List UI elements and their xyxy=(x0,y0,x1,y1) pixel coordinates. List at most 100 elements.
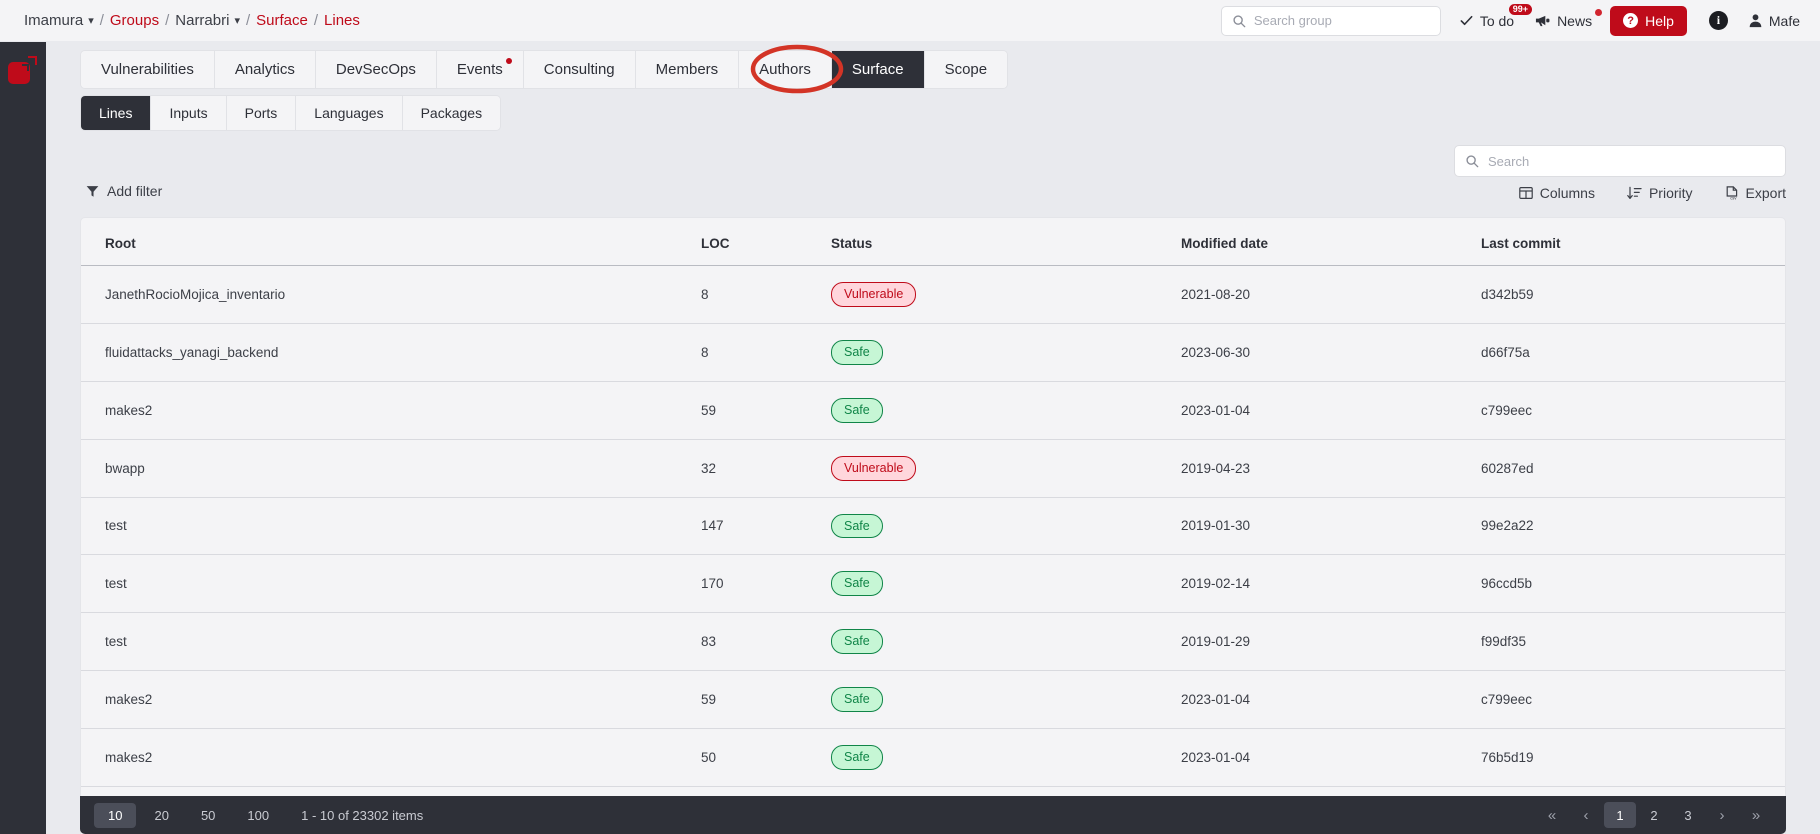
cell-loc: 50 xyxy=(701,728,831,787)
subtab-ports[interactable]: Ports xyxy=(226,96,297,130)
table-toolbar: Add filter Columns xyxy=(80,131,1786,217)
table-row[interactable]: makes2 59 Safe 2023-01-04 c799eec xyxy=(81,670,1785,729)
status-badge: Safe xyxy=(831,339,883,365)
breadcrumb-separator: / xyxy=(313,12,319,29)
cell-commit: c799eec xyxy=(1481,381,1785,440)
cell-loc: 170 xyxy=(701,554,831,614)
tab-events[interactable]: Events xyxy=(436,51,524,88)
table-row[interactable]: fluidattacks_yanagi_backend 8 Safe 2023-… xyxy=(81,323,1785,382)
tab-surface[interactable]: Surface xyxy=(831,51,925,88)
status-badge: Safe xyxy=(831,687,883,712)
cell-commit: 96ccd5b xyxy=(1481,554,1785,614)
cell-root: bwapp xyxy=(81,439,701,498)
table-body: JanethRocioMojica_inventario 8 Vulnerabl… xyxy=(81,265,1785,834)
subtab-languages[interactable]: Languages xyxy=(296,96,403,130)
table-search-box[interactable] xyxy=(1454,145,1786,177)
breadcrumb-groups[interactable]: Groups xyxy=(110,12,159,29)
tab-members[interactable]: Members xyxy=(635,51,740,88)
user-name-label: Mafe xyxy=(1768,12,1800,29)
page-button-1[interactable]: 1 xyxy=(1604,802,1636,828)
primary-tabs: Vulnerabilities Analytics DevSecOps Even… xyxy=(80,50,1009,89)
cell-commit: d342b59 xyxy=(1481,265,1785,324)
table-row[interactable]: JanethRocioMojica_inventario 8 Vulnerabl… xyxy=(81,265,1785,324)
column-header-loc[interactable]: LOC xyxy=(701,218,831,266)
tab-consulting[interactable]: Consulting xyxy=(523,51,636,88)
chevron-down-icon[interactable]: ▾ xyxy=(234,14,240,27)
main-content: Vulnerabilities Analytics DevSecOps Even… xyxy=(46,42,1820,834)
export-button[interactable]: csv Export xyxy=(1725,185,1786,201)
column-header-status[interactable]: Status xyxy=(831,218,1181,266)
lines-table: Root LOC Status Modified date Last commi… xyxy=(81,218,1785,834)
left-sidebar xyxy=(0,42,46,834)
tab-devsecops[interactable]: DevSecOps xyxy=(315,51,437,88)
next-page-button[interactable]: › xyxy=(1706,802,1738,828)
todo-button[interactable]: To do 99+ xyxy=(1457,3,1533,33)
tab-scope[interactable]: Scope xyxy=(924,51,1008,88)
column-header-modified[interactable]: Modified date xyxy=(1181,218,1481,266)
table-row[interactable]: test 147 Safe 2019-01-30 99e2a22 xyxy=(81,497,1785,556)
subtab-packages[interactable]: Packages xyxy=(402,96,501,130)
page-button-3[interactable]: 3 xyxy=(1672,802,1704,828)
check-icon xyxy=(1459,13,1474,28)
breadcrumb-org[interactable]: Imamura xyxy=(24,12,83,29)
table-row[interactable]: bwapp 32 Vulnerable 2019-04-23 60287ed xyxy=(81,439,1785,498)
cell-loc: 59 xyxy=(701,381,831,440)
table-search-input[interactable] xyxy=(1488,153,1775,169)
table-row[interactable]: test 170 Safe 2019-02-14 96ccd5b xyxy=(81,554,1785,614)
column-header-commit[interactable]: Last commit xyxy=(1481,218,1785,266)
breadcrumb-group[interactable]: Narrabri xyxy=(175,12,229,29)
breadcrumb-lines[interactable]: Lines xyxy=(324,12,360,29)
cell-commit: d66f75a xyxy=(1481,323,1785,382)
info-button[interactable]: i xyxy=(1707,7,1730,34)
tab-label: Authors xyxy=(759,61,811,78)
group-search-input[interactable] xyxy=(1253,13,1430,28)
breadcrumb-surface[interactable]: Surface xyxy=(256,12,308,29)
fluid-attacks-logo-icon[interactable] xyxy=(8,56,38,86)
news-button[interactable]: News xyxy=(1532,8,1603,33)
subtab-inputs[interactable]: Inputs xyxy=(151,96,227,130)
priority-button[interactable]: Priority xyxy=(1627,185,1693,201)
page-size-50[interactable]: 50 xyxy=(187,803,229,828)
column-header-root[interactable]: Root xyxy=(81,218,701,266)
table-row[interactable]: test 83 Safe 2019-01-29 f99df35 xyxy=(81,612,1785,672)
pagination-info: 1 - 10 of 23302 items xyxy=(301,807,424,823)
tab-vulnerabilities[interactable]: Vulnerabilities xyxy=(81,51,215,88)
cell-modified: 2019-02-14 xyxy=(1181,554,1481,614)
secondary-tabs: Lines Inputs Ports Languages Packages xyxy=(80,95,502,131)
group-search-box[interactable] xyxy=(1220,5,1441,36)
todo-count-badge: 99+ xyxy=(1508,3,1533,16)
columns-button[interactable]: Columns xyxy=(1518,185,1595,201)
help-button[interactable]: ? Help xyxy=(1610,5,1687,36)
page-size-10[interactable]: 10 xyxy=(94,802,137,828)
tab-authors[interactable]: Authors xyxy=(739,51,832,88)
subtab-lines[interactable]: Lines xyxy=(81,96,152,130)
table-row[interactable]: makes2 50 Safe 2023-01-04 76b5d19 xyxy=(81,728,1785,787)
search-icon xyxy=(1465,154,1479,168)
columns-table-icon xyxy=(1518,186,1533,200)
last-page-button[interactable]: » xyxy=(1740,802,1772,828)
sort-descending-icon xyxy=(1627,186,1642,200)
page-button-2[interactable]: 2 xyxy=(1638,802,1670,828)
chevron-down-icon[interactable]: ▾ xyxy=(88,14,94,27)
help-label: Help xyxy=(1645,12,1674,29)
cell-modified: 2019-04-23 xyxy=(1181,439,1481,498)
tab-label: Scope xyxy=(944,61,988,78)
cell-modified: 2023-01-04 xyxy=(1181,670,1481,729)
page-size-20[interactable]: 20 xyxy=(140,803,182,828)
table-row[interactable]: makes2 59 Safe 2023-01-04 c799eec xyxy=(81,381,1785,440)
cell-commit: f99df35 xyxy=(1481,612,1785,672)
cell-commit: 99e2a22 xyxy=(1481,497,1785,556)
page-size-100[interactable]: 100 xyxy=(233,803,283,828)
add-filter-button[interactable]: Add filter xyxy=(86,183,162,199)
subtab-label: Lines xyxy=(99,105,133,121)
previous-page-button[interactable]: ‹ xyxy=(1570,802,1602,828)
pagination-controls: « ‹ 1 2 3 › » xyxy=(1536,802,1772,828)
first-page-button[interactable]: « xyxy=(1536,802,1568,828)
status-badge: Safe xyxy=(831,397,883,423)
tab-label: Members xyxy=(655,61,719,78)
cell-modified: 2023-01-04 xyxy=(1181,381,1481,440)
cell-commit: 76b5d19 xyxy=(1481,728,1785,787)
cell-loc: 59 xyxy=(701,670,831,729)
user-menu-button[interactable]: Mafe xyxy=(1746,9,1802,33)
tab-analytics[interactable]: Analytics xyxy=(214,51,316,88)
